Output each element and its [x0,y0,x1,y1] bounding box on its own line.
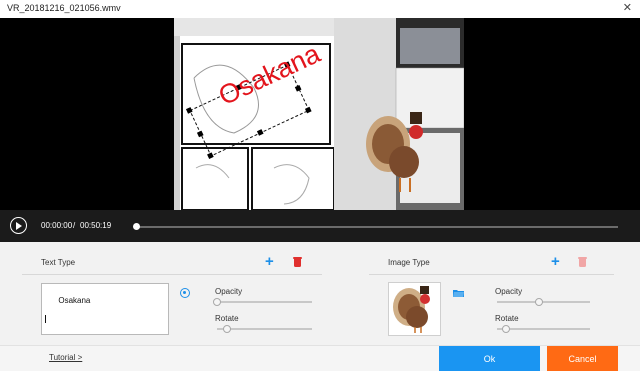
folder-icon[interactable] [453,289,464,297]
seek-thumb[interactable] [133,223,140,230]
watermark-text-input[interactable]: Osakana [41,283,169,335]
image-rotate-slider[interactable] [497,325,590,333]
title-bar: VR_20181216_021056.wmv ✕ [0,0,640,18]
image-type-title: Image Type [388,258,430,267]
image-rotate-thumb[interactable] [502,325,511,333]
image-opacity-slider[interactable] [497,298,590,306]
player-controls: 00:00:00 / 00:50:19 [0,210,640,242]
video-frame[interactable]: Osakana [174,18,464,210]
cancel-button[interactable]: Cancel [547,346,618,371]
eye-icon[interactable] [180,288,190,298]
text-type-title: Text Type [41,258,76,267]
text-rotate-slider[interactable] [217,325,312,333]
image-section-divider [369,274,614,275]
text-opacity-label: Opacity [215,287,243,296]
text-rotate-thumb[interactable] [222,325,231,333]
delete-image-trash-icon[interactable] [578,257,587,267]
watermark-text-value: Osakana [58,296,91,305]
tutorial-link[interactable]: Tutorial > [49,353,82,362]
turkey-image [393,286,430,333]
add-image-plus-icon[interactable]: + [551,254,560,269]
add-text-plus-icon[interactable]: + [265,254,274,269]
current-time: 00:00:00 [41,221,73,230]
footer: Tutorial > Ok Cancel [0,345,640,371]
time-separator: / [73,221,76,230]
seek-bar[interactable] [135,226,618,228]
delete-text-trash-icon[interactable] [293,257,302,267]
image-opacity-thumb[interactable] [534,298,543,306]
duration: 00:50:19 [80,221,112,230]
window-title: VR_20181216_021056.wmv [7,3,121,13]
ok-button[interactable]: Ok [439,346,540,371]
text-section-divider [22,274,322,275]
play-icon[interactable] [10,217,27,234]
text-opacity-slider[interactable] [213,298,312,306]
video-frame-content [174,18,464,210]
image-opacity-label: Opacity [495,287,523,296]
text-caret [45,315,46,323]
text-opacity-thumb[interactable] [213,298,221,306]
image-rotate-label: Rotate [495,314,519,323]
close-icon[interactable]: ✕ [623,2,632,14]
watermark-editor-window: VR_20181216_021056.wmv ✕ Osakana 00:00:0… [0,0,640,371]
video-preview: Osakana [0,18,640,210]
text-rotate-label: Rotate [215,314,239,323]
image-watermark-thumbnail[interactable] [388,282,441,336]
